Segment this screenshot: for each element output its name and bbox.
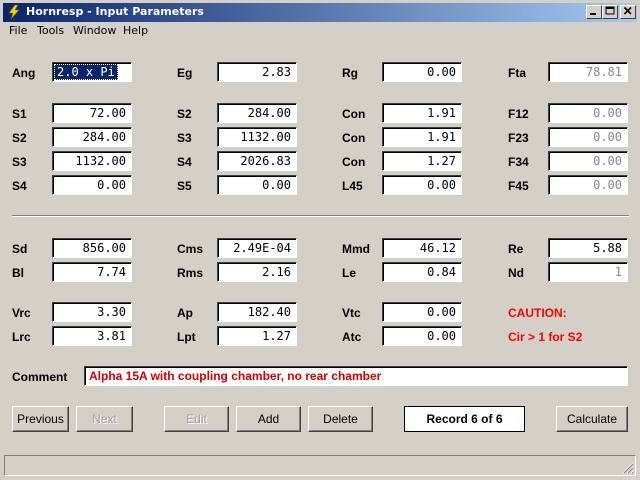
- re-input[interactable]: 5.88: [548, 238, 628, 258]
- atc-input[interactable]: 0.00: [382, 326, 462, 346]
- s2-input[interactable]: 284.00: [52, 127, 132, 147]
- previous-button[interactable]: Previous: [12, 406, 69, 432]
- con2-input[interactable]: 1.91: [382, 127, 462, 147]
- hornresp-window: Hornresp - Input Parameters File Tools W…: [0, 0, 640, 480]
- menu-help[interactable]: Help: [123, 24, 148, 37]
- menu-bar: File Tools Window Help: [3, 22, 637, 41]
- lpt-label: Lpt: [177, 330, 196, 344]
- s3-end-label: S3: [177, 131, 192, 145]
- maximize-button[interactable]: [602, 5, 618, 19]
- l45-input[interactable]: 0.00: [382, 175, 462, 195]
- rg-label: Rg: [342, 66, 358, 80]
- re-label: Re: [508, 242, 524, 256]
- s4-end-label: S4: [177, 155, 192, 169]
- bl-label: Bl: [12, 266, 24, 280]
- calculate-button[interactable]: Calculate: [556, 406, 628, 432]
- cms-input[interactable]: 2.49E-04: [217, 238, 297, 258]
- minimize-button[interactable]: [586, 5, 602, 19]
- le-label: Le: [342, 266, 357, 280]
- s3-input[interactable]: 1132.00: [52, 151, 132, 171]
- con2-label: Con: [342, 131, 366, 145]
- lightning-icon: [8, 5, 20, 19]
- l45-label: L45: [342, 179, 363, 193]
- rg-input[interactable]: 0.00: [382, 62, 462, 82]
- window-title: Hornresp - Input Parameters: [26, 5, 204, 18]
- minimize-icon: [590, 13, 596, 15]
- s2-end-input[interactable]: 284.00: [217, 103, 297, 123]
- ang-value: 2.0 x Pi: [54, 64, 118, 80]
- status-bar: [4, 455, 636, 476]
- lrc-input[interactable]: 3.81: [52, 326, 132, 346]
- fta-readout: 78.81: [548, 62, 628, 82]
- delete-button[interactable]: Delete: [308, 406, 373, 432]
- s4-end-input[interactable]: 2026.83: [217, 151, 297, 171]
- s5-input[interactable]: 0.00: [217, 175, 297, 195]
- comment-input[interactable]: Alpha 15A with coupling chamber, no rear…: [84, 366, 628, 386]
- mmd-input[interactable]: 46.12: [382, 238, 462, 258]
- close-icon: [623, 6, 632, 15]
- eg-label: Eg: [177, 66, 193, 80]
- eg-input[interactable]: 2.83: [217, 62, 297, 82]
- f34-label: F34: [508, 155, 529, 169]
- resize-grip-icon[interactable]: [622, 462, 634, 474]
- fta-label: Fta: [508, 66, 526, 80]
- comment-label: Comment: [12, 370, 68, 384]
- f12-label: F12: [508, 107, 529, 121]
- close-button[interactable]: [620, 5, 636, 19]
- maximize-icon: [605, 6, 615, 15]
- s3-end-input[interactable]: 1132.00: [217, 127, 297, 147]
- ap-label: Ap: [177, 306, 193, 320]
- add-button[interactable]: Add: [236, 406, 301, 432]
- menu-file[interactable]: File: [9, 24, 27, 37]
- bl-input[interactable]: 7.74: [52, 262, 132, 282]
- edit-button[interactable]: Edit: [164, 406, 229, 432]
- s2-label: S2: [12, 131, 27, 145]
- lpt-input[interactable]: 1.27: [217, 326, 297, 346]
- vrc-input[interactable]: 3.30: [52, 302, 132, 322]
- nd-label: Nd: [508, 266, 524, 280]
- f34-readout: 0.00: [548, 151, 628, 171]
- s5-label: S5: [177, 179, 192, 193]
- s1-label: S1: [12, 107, 27, 121]
- sd-input[interactable]: 856.00: [52, 238, 132, 258]
- le-input[interactable]: 0.84: [382, 262, 462, 282]
- f45-label: F45: [508, 179, 529, 193]
- s1-input[interactable]: 72.00: [52, 103, 132, 123]
- rms-label: Rms: [177, 266, 204, 280]
- nd-input[interactable]: 1: [548, 262, 628, 282]
- f12-readout: 0.00: [548, 103, 628, 123]
- s2-end-label: S2: [177, 107, 192, 121]
- next-button[interactable]: Next: [76, 406, 133, 432]
- ang-label: Ang: [12, 66, 36, 80]
- ang-input[interactable]: 2.0 x Pi: [52, 62, 132, 82]
- cms-label: Cms: [177, 242, 204, 256]
- con3-input[interactable]: 1.27: [382, 151, 462, 171]
- lrc-label: Lrc: [12, 330, 31, 344]
- s4-label: S4: [12, 179, 27, 193]
- con1-input[interactable]: 1.91: [382, 103, 462, 123]
- section-divider: [12, 215, 629, 217]
- caution-message: Cir > 1 for S2: [508, 330, 583, 344]
- menu-tools[interactable]: Tools: [37, 24, 64, 37]
- atc-label: Atc: [342, 330, 362, 344]
- rms-input[interactable]: 2.16: [217, 262, 297, 282]
- f45-readout: 0.00: [548, 175, 628, 195]
- f23-label: F23: [508, 131, 529, 145]
- vrc-label: Vrc: [12, 306, 31, 320]
- record-indicator: Record 6 of 6: [404, 406, 525, 432]
- ap-input[interactable]: 182.40: [217, 302, 297, 322]
- s4-input[interactable]: 0.00: [52, 175, 132, 195]
- mmd-label: Mmd: [342, 242, 370, 256]
- caution-title: CAUTION:: [508, 306, 567, 320]
- title-bar[interactable]: Hornresp - Input Parameters: [3, 3, 637, 22]
- menu-window[interactable]: Window: [73, 24, 116, 37]
- vtc-label: Vtc: [342, 306, 361, 320]
- s3-label: S3: [12, 155, 27, 169]
- sd-label: Sd: [12, 242, 28, 256]
- con1-label: Con: [342, 107, 366, 121]
- vtc-input[interactable]: 0.00: [382, 302, 462, 322]
- f23-readout: 0.00: [548, 127, 628, 147]
- con3-label: Con: [342, 155, 366, 169]
